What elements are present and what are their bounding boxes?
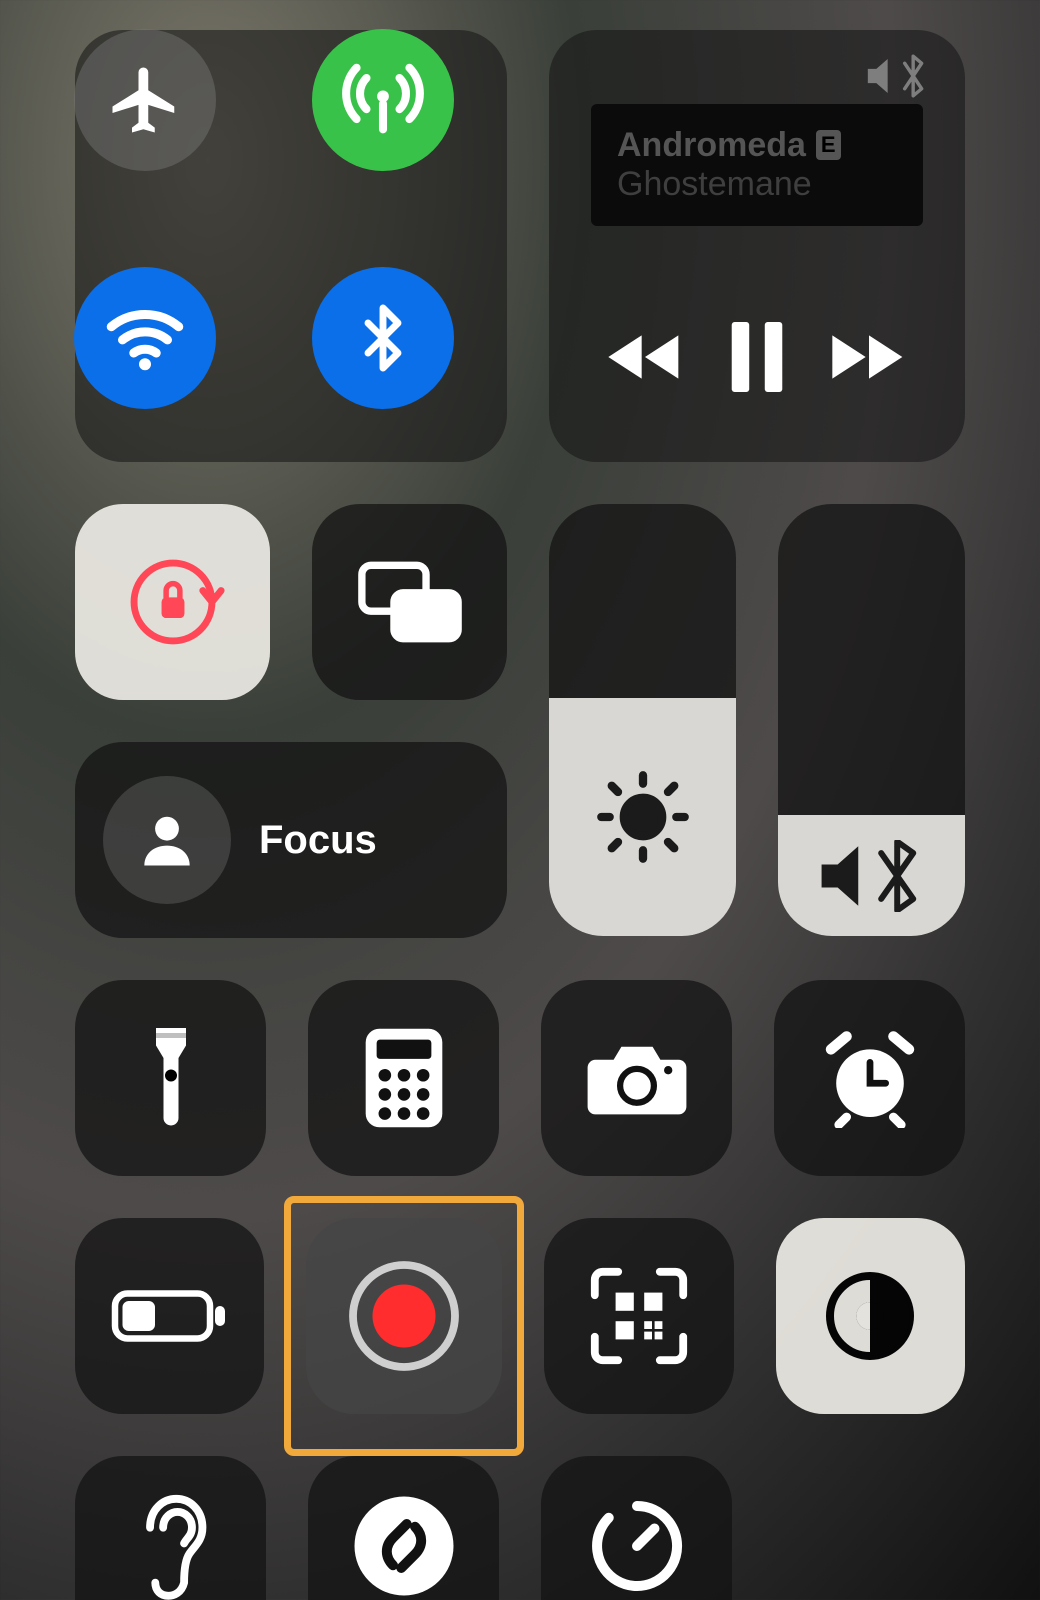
alarm-button[interactable] <box>774 980 965 1176</box>
calculator-button[interactable] <box>308 980 499 1176</box>
previous-track-button[interactable] <box>605 327 685 387</box>
dark-mode-toggle[interactable] <box>776 1218 965 1414</box>
media-panel[interactable]: Andromeda E Ghostemane <box>549 30 965 462</box>
track-artist: Ghostemane <box>617 165 897 204</box>
camera-icon <box>585 1036 689 1120</box>
airplane-mode-toggle[interactable] <box>74 29 216 171</box>
timer-button[interactable] <box>541 1456 732 1600</box>
next-track-button[interactable] <box>829 327 909 387</box>
flashlight-button[interactable] <box>75 980 266 1176</box>
shazam-icon <box>349 1491 459 1600</box>
shazam-button[interactable] <box>308 1456 499 1600</box>
focus-label: Focus <box>259 818 377 863</box>
explicit-badge: E <box>816 130 841 160</box>
bluetooth-toggle[interactable] <box>312 267 454 409</box>
orientation-lock-icon <box>118 547 228 657</box>
screen-mirroring-button[interactable] <box>312 504 507 700</box>
bluetooth-icon <box>347 294 419 382</box>
connectivity-panel[interactable] <box>75 30 507 462</box>
camera-button[interactable] <box>541 980 732 1176</box>
track-title: Andromeda <box>617 126 806 164</box>
wifi-icon <box>100 293 190 383</box>
screen-record-wrapper <box>306 1218 502 1414</box>
ear-icon <box>131 1491 211 1600</box>
calculator-icon <box>362 1026 446 1130</box>
flashlight-icon <box>141 1023 201 1133</box>
wifi-toggle[interactable] <box>74 267 216 409</box>
brightness-slider[interactable] <box>549 504 736 936</box>
timer-icon <box>587 1496 687 1596</box>
volume-bluetooth-icon <box>817 840 927 912</box>
orientation-lock-toggle[interactable] <box>75 504 270 700</box>
volume-slider[interactable] <box>778 504 965 936</box>
low-power-mode-button[interactable] <box>75 1218 264 1414</box>
screen-mirroring-icon <box>355 557 465 647</box>
qr-code-scan-icon <box>587 1264 691 1368</box>
now-playing-info: Andromeda E Ghostemane <box>591 104 923 226</box>
pause-icon <box>727 322 787 392</box>
airplane-icon <box>106 61 184 139</box>
battery-icon <box>110 1286 230 1346</box>
cellular-icon <box>339 56 427 144</box>
audio-output-indicator <box>865 54 933 98</box>
hearing-button[interactable] <box>75 1456 266 1600</box>
forward-icon <box>829 327 909 387</box>
brightness-icon <box>593 767 693 867</box>
alarm-clock-icon <box>818 1028 922 1128</box>
record-icon <box>344 1256 464 1376</box>
cellular-data-toggle[interactable] <box>312 29 454 171</box>
focus-button[interactable]: Focus <box>75 742 507 938</box>
dark-mode-icon <box>820 1266 920 1366</box>
qr-scanner-button[interactable] <box>544 1218 733 1414</box>
play-pause-button[interactable] <box>727 322 787 392</box>
rewind-icon <box>605 327 685 387</box>
screen-record-button[interactable] <box>306 1218 502 1414</box>
focus-person-icon <box>133 806 201 874</box>
